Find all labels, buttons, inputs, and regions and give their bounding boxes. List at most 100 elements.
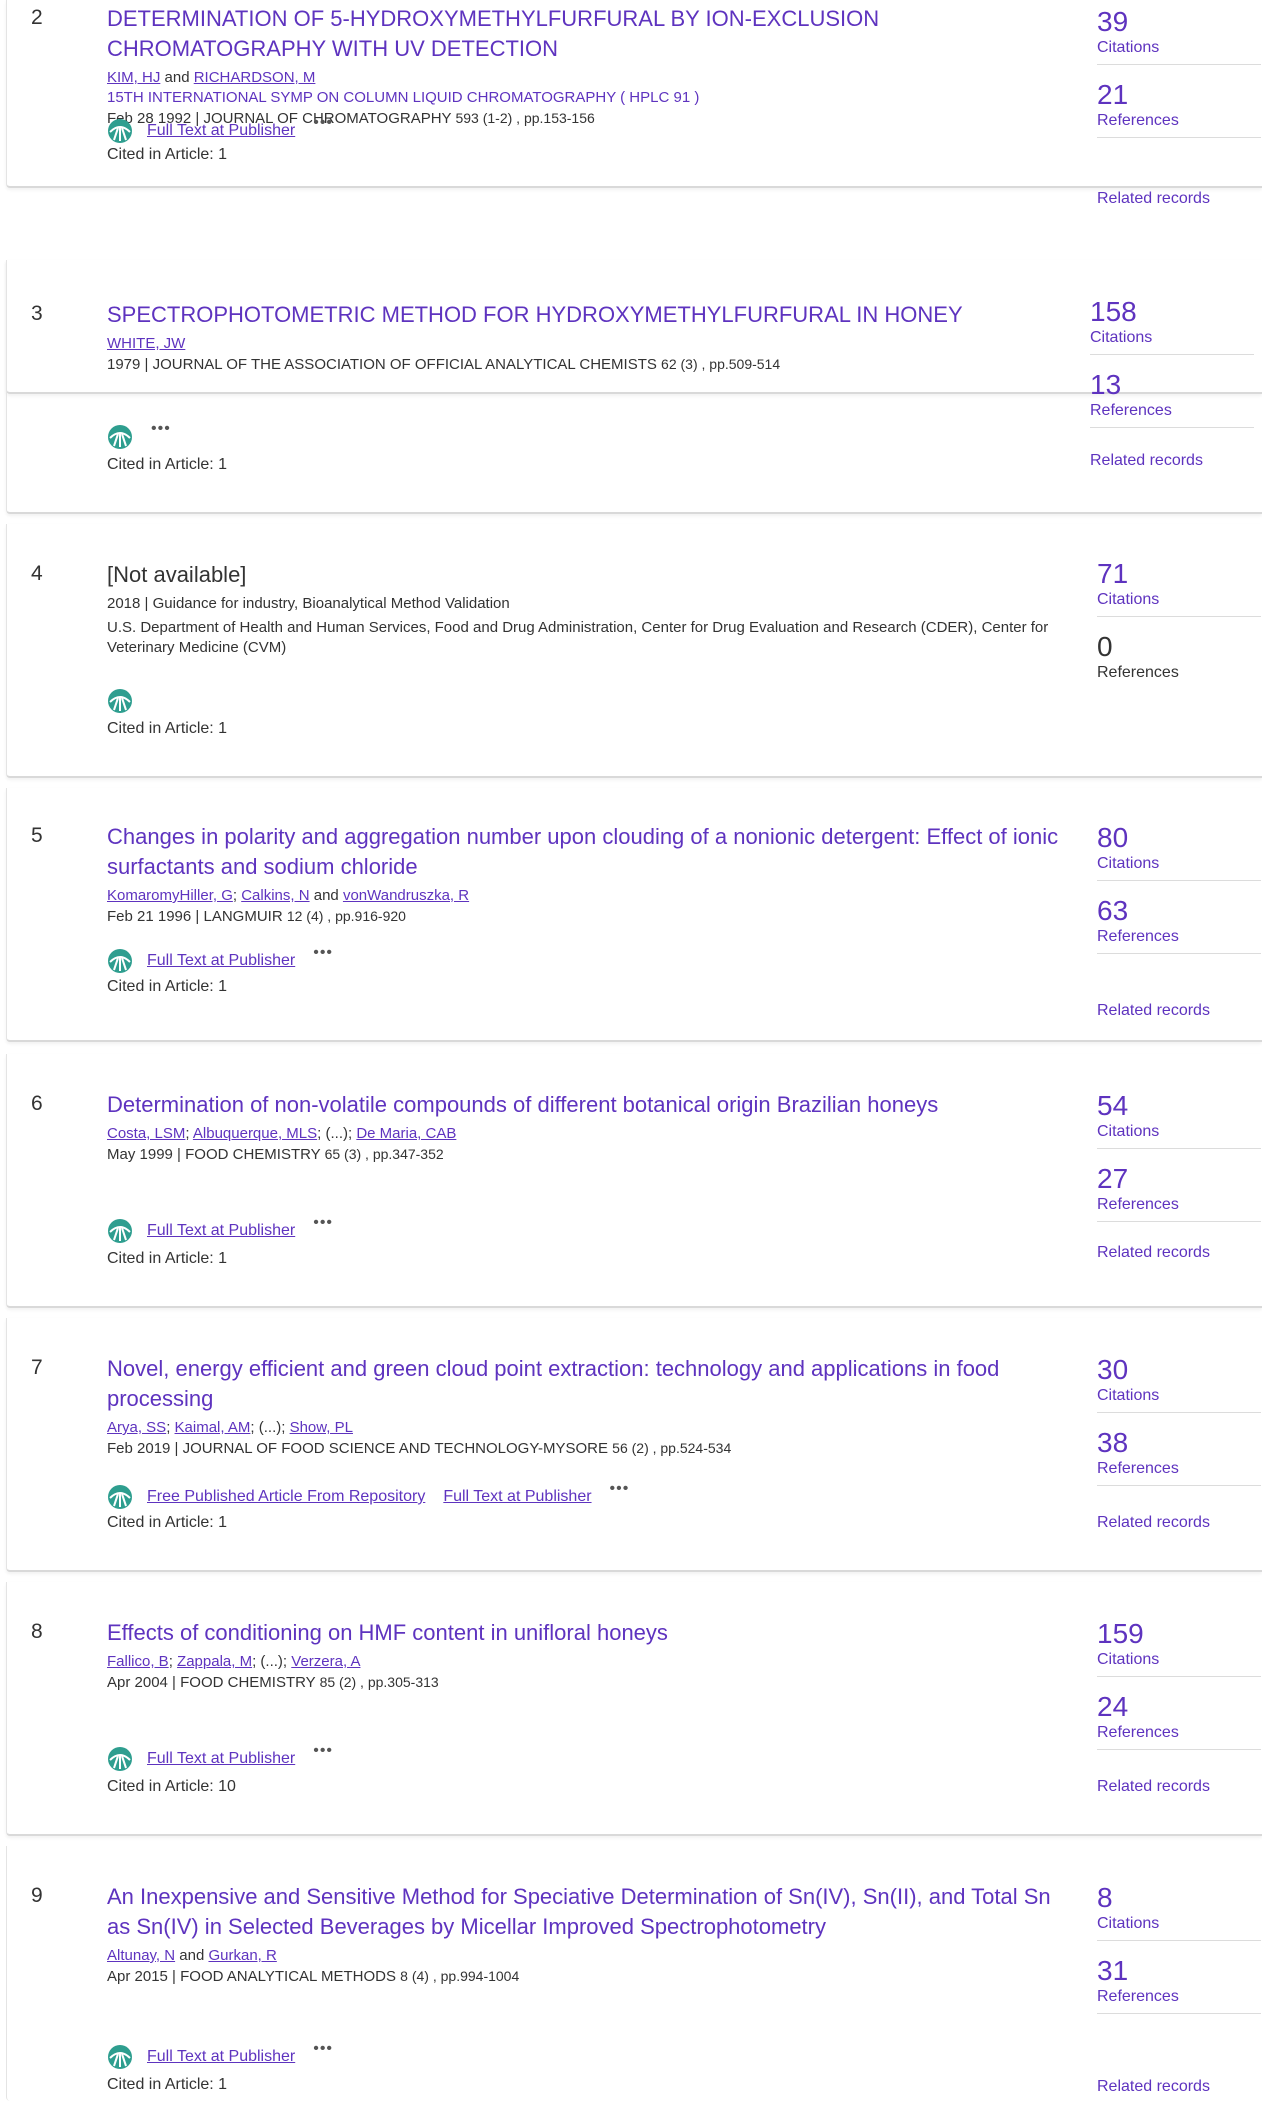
author-link[interactable]: vonWandruszka, R: [343, 887, 469, 904]
author-link[interactable]: Fallico, B: [107, 1653, 169, 1670]
author-link[interactable]: WHITE, JW: [107, 335, 185, 352]
citations-stat[interactable]: 30 Citations: [1097, 1354, 1261, 1413]
full-text-publisher-link[interactable]: Full Text at Publisher: [147, 952, 295, 970]
citations-count[interactable]: 39: [1097, 6, 1261, 38]
record-source: Apr 2004 | FOOD CHEMISTRY 85 (2) , pp.30…: [107, 1674, 439, 1691]
citations-count[interactable]: 158: [1090, 296, 1254, 328]
citations-stat[interactable]: 71 Citations: [1097, 558, 1261, 617]
author-link[interactable]: RICHARDSON, M: [194, 69, 316, 86]
record-guidance: 2018 | Guidance for industry, Bioanalyti…: [107, 595, 510, 612]
citations-stat[interactable]: 158 Citations: [1090, 296, 1254, 355]
record-title[interactable]: Effects of conditioning on HMF content i…: [107, 1618, 1067, 1648]
references-count[interactable]: 27: [1097, 1163, 1261, 1195]
references-stat[interactable]: 24 References: [1097, 1691, 1261, 1750]
related-records-link[interactable]: Related records: [1097, 1002, 1210, 1020]
record-authors: WHITE, JW: [107, 334, 1067, 354]
more-options-icon[interactable]: •••: [313, 114, 333, 132]
record-source: Feb 21 1996 | LANGMUIR 12 (4) , pp.916-9…: [107, 908, 406, 925]
related-records-link[interactable]: Related records: [1097, 1244, 1210, 1262]
publisher-globe-icon[interactable]: [107, 424, 133, 450]
author-link[interactable]: Zappala, M: [177, 1653, 252, 1670]
author-link[interactable]: Albuquerque, MLS: [193, 1125, 317, 1142]
record-stats: 54 Citations 27 References: [1097, 1090, 1261, 1236]
citations-count[interactable]: 80: [1097, 822, 1261, 854]
more-options-icon[interactable]: •••: [151, 420, 171, 438]
author-link[interactable]: Altunay, N: [107, 1947, 175, 1964]
author-link[interactable]: Kaimal, AM: [175, 1419, 251, 1436]
citations-count[interactable]: 30: [1097, 1354, 1261, 1386]
author-link[interactable]: Gurkan, R: [208, 1947, 276, 1964]
related-records-link[interactable]: Related records: [1090, 452, 1203, 470]
references-count[interactable]: 31: [1097, 1955, 1261, 1987]
author-link[interactable]: Calkins, N: [241, 887, 309, 904]
record-authors: Arya, SS; Kaimal, AM; (...); Show, PL: [107, 1419, 353, 1436]
publisher-globe-icon[interactable]: [107, 1484, 133, 1510]
citations-count[interactable]: 8: [1097, 1882, 1261, 1914]
author-link[interactable]: KIM, HJ: [107, 69, 160, 86]
record-title[interactable]: DETERMINATION OF 5-HYDROXYMETHYLFURFURAL…: [107, 4, 1067, 64]
record-stats: 39 Citations 21 References: [1097, 6, 1261, 152]
record-title[interactable]: Determination of non-volatile compounds …: [107, 1090, 1067, 1120]
publisher-globe-icon[interactable]: [107, 1746, 133, 1772]
citations-count[interactable]: 54: [1097, 1090, 1261, 1122]
related-records-link[interactable]: Related records: [1097, 1514, 1210, 1532]
publisher-globe-icon[interactable]: [107, 688, 133, 714]
record-title[interactable]: Changes in polarity and aggregation numb…: [107, 822, 1067, 882]
author-link[interactable]: KomaromyHiller, G: [107, 887, 233, 904]
author-link[interactable]: Show, PL: [290, 1419, 353, 1436]
full-text-publisher-link[interactable]: Full Text at Publisher: [443, 1488, 591, 1506]
record-card: 3 SPECTROPHOTOMETRIC METHOD FOR HYDROXYM…: [6, 260, 1262, 473]
references-count[interactable]: 38: [1097, 1427, 1261, 1459]
references-stat[interactable]: 21 References: [1097, 79, 1261, 138]
repository-link[interactable]: Free Published Article From Repository: [147, 1488, 425, 1506]
publisher-globe-icon[interactable]: [107, 2044, 133, 2070]
references-count[interactable]: 24: [1097, 1691, 1261, 1723]
references-count[interactable]: 63: [1097, 895, 1261, 927]
citations-label: Citations: [1097, 855, 1160, 872]
more-options-icon[interactable]: •••: [313, 1214, 333, 1232]
full-text-publisher-link[interactable]: Full Text at Publisher: [147, 1222, 295, 1240]
record-source: May 1999 | FOOD CHEMISTRY 65 (3) , pp.34…: [107, 1146, 444, 1163]
record-card: 8 Effects of conditioning on HMF content…: [6, 1582, 1262, 1836]
record-title[interactable]: Novel, energy efficient and green cloud …: [107, 1354, 1067, 1414]
references-stat[interactable]: 13 References: [1090, 369, 1254, 428]
author-link[interactable]: Costa, LSM: [107, 1125, 185, 1142]
more-options-icon[interactable]: •••: [610, 1480, 630, 1498]
citations-stat[interactable]: 80 Citations: [1097, 822, 1261, 881]
citations-stat[interactable]: 54 Citations: [1097, 1090, 1261, 1149]
author-link[interactable]: Arya, SS: [107, 1419, 166, 1436]
related-records-link[interactable]: Related records: [1097, 2078, 1210, 2096]
record-title[interactable]: SPECTROPHOTOMETRIC METHOD FOR HYDROXYMET…: [107, 300, 1067, 330]
citations-count[interactable]: 159: [1097, 1618, 1261, 1650]
full-text-publisher-link[interactable]: Full Text at Publisher: [147, 1750, 295, 1768]
conference-name[interactable]: 15TH INTERNATIONAL SYMP ON COLUMN LIQUID…: [107, 88, 1067, 108]
record-stats: 158 Citations 13 References: [1090, 296, 1254, 442]
citations-label: Citations: [1097, 591, 1160, 608]
references-stat[interactable]: 31 References: [1097, 1955, 1261, 2014]
references-count[interactable]: 13: [1090, 369, 1254, 401]
publisher-globe-icon[interactable]: [107, 118, 133, 144]
citations-label: Citations: [1097, 39, 1160, 56]
record-stats: 71 Citations 0 References: [1097, 558, 1261, 703]
records-list: 2 DETERMINATION OF 5-HYDROXYMETHYLFURFUR…: [0, 0, 1262, 2101]
publisher-globe-icon[interactable]: [107, 1218, 133, 1244]
more-options-icon[interactable]: •••: [313, 1742, 333, 1760]
references-count[interactable]: 21: [1097, 79, 1261, 111]
citations-count[interactable]: 71: [1097, 558, 1261, 590]
references-stat[interactable]: 63 References: [1097, 895, 1261, 954]
author-link[interactable]: Verzera, A: [291, 1653, 360, 1670]
citations-stat[interactable]: 8 Citations: [1097, 1882, 1261, 1941]
related-records-link[interactable]: Related records: [1097, 190, 1210, 208]
references-stat[interactable]: 27 References: [1097, 1163, 1261, 1222]
publisher-globe-icon[interactable]: [107, 948, 133, 974]
full-text-publisher-link[interactable]: Full Text at Publisher: [147, 2048, 295, 2066]
record-title[interactable]: An Inexpensive and Sensitive Method for …: [107, 1882, 1067, 1942]
related-records-link[interactable]: Related records: [1097, 1778, 1210, 1796]
author-link[interactable]: De Maria, CAB: [356, 1125, 456, 1142]
more-options-icon[interactable]: •••: [313, 2040, 333, 2058]
full-text-publisher-link[interactable]: Full Text at Publisher: [147, 122, 295, 140]
references-stat[interactable]: 38 References: [1097, 1427, 1261, 1486]
more-options-icon[interactable]: •••: [313, 944, 333, 962]
citations-stat[interactable]: 159 Citations: [1097, 1618, 1261, 1677]
citations-stat[interactable]: 39 Citations: [1097, 6, 1261, 65]
